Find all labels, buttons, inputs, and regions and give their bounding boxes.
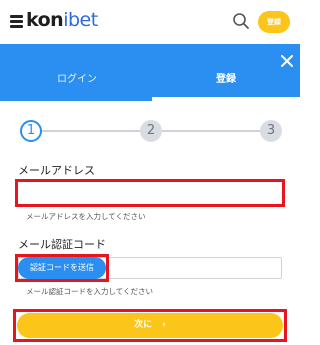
send-code-highlight: [15, 254, 109, 282]
search-icon[interactable]: [232, 12, 250, 30]
tab-login[interactable]: ログイン: [57, 70, 97, 85]
code-hint: メール認証コードを入力してください: [26, 287, 154, 296]
signup-button[interactable]: 登録: [258, 11, 290, 33]
menu-icon[interactable]: [10, 15, 23, 28]
email-label: メールアドレス: [18, 164, 95, 177]
step-connector: [42, 130, 140, 132]
step-1: 1: [20, 120, 42, 142]
next-button-highlight: [13, 309, 287, 342]
auth-tabs: ログイン 登録: [0, 44, 300, 101]
step-connector: [162, 130, 260, 132]
brand-logo[interactable]: konibet: [26, 9, 98, 31]
code-label: メール認証コード: [18, 238, 106, 251]
registration-stepper: 1 2 3: [0, 118, 300, 144]
tab-register[interactable]: 登録: [216, 70, 236, 85]
top-header: konibet 登録: [0, 0, 300, 44]
step-3: 3: [260, 120, 282, 142]
email-hint: メールアドレスを入力してください: [26, 212, 146, 221]
close-icon[interactable]: [280, 54, 294, 68]
active-tab-indicator: [152, 97, 300, 101]
verification-code-field[interactable]: [110, 258, 280, 278]
step-2: 2: [140, 120, 162, 142]
email-field-highlight: [15, 179, 285, 207]
